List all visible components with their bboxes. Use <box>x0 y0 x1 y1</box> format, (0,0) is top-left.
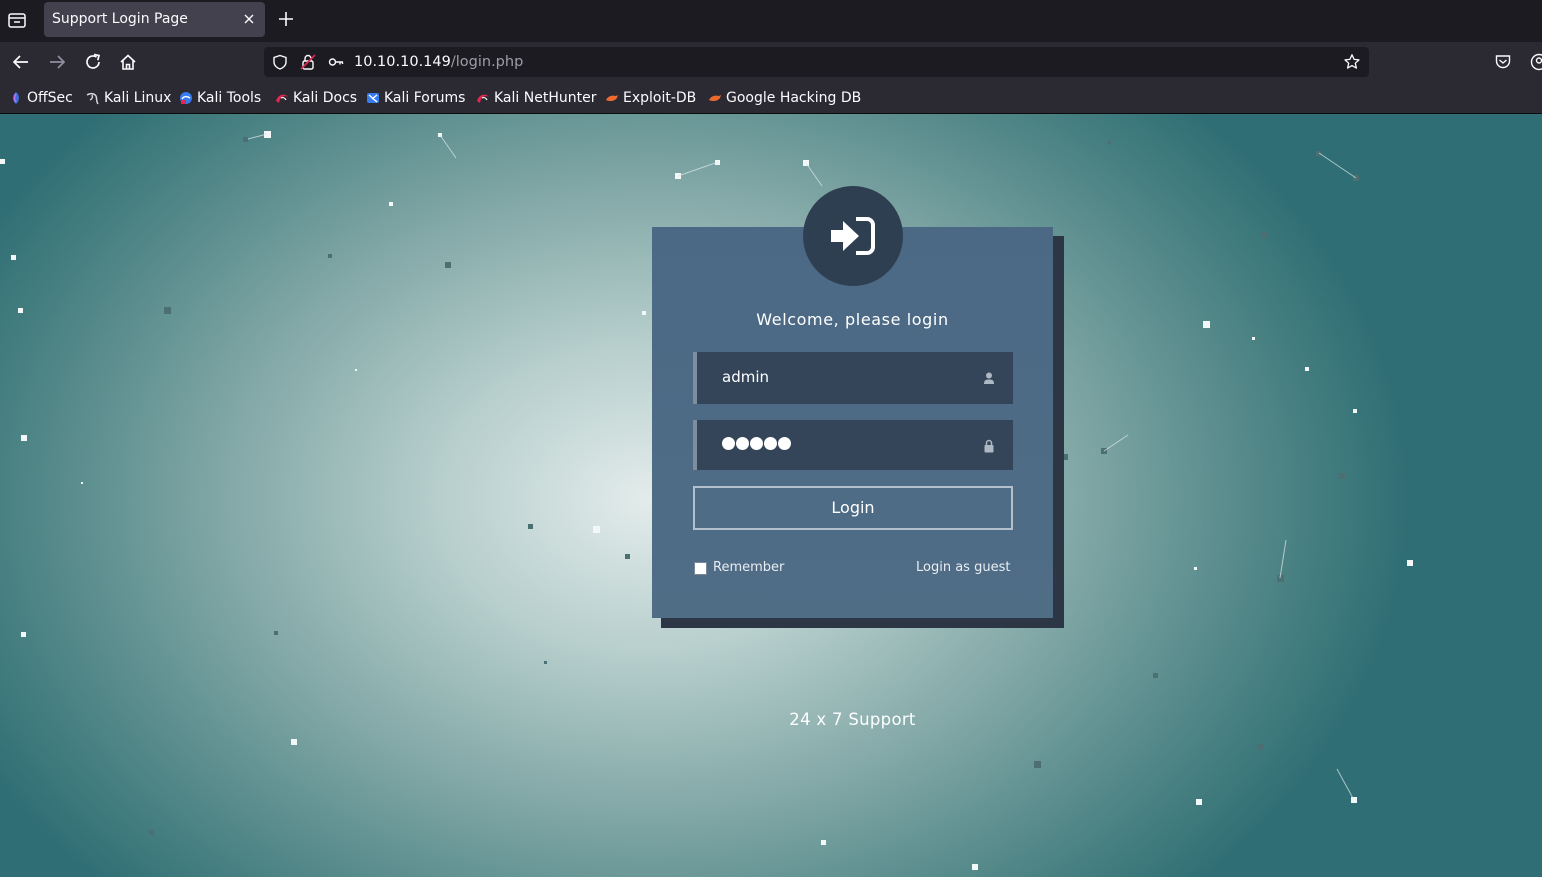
google-hacking-db-icon <box>709 95 721 102</box>
password-dot <box>750 437 763 450</box>
remember-checkbox[interactable] <box>694 562 707 575</box>
account-icon[interactable] <box>1530 53 1542 71</box>
page-content: Welcome, please login admin Login Rememb… <box>0 114 1542 877</box>
bookmark-kali-nethunter[interactable]: Kali NetHunter <box>476 88 596 108</box>
bookmark-star-icon[interactable] <box>1343 53 1361 71</box>
kali-nethunter-icon <box>477 94 489 103</box>
bookmark-label: OffSec <box>27 90 73 106</box>
url-host: 10.10.10.149 <box>354 54 451 70</box>
address-bar[interactable]: 10.10.10.149/login.php <box>264 47 1369 77</box>
forward-icon[interactable] <box>46 51 68 73</box>
home-icon[interactable] <box>117 51 139 73</box>
lock-icon <box>984 439 994 453</box>
login-heading: Welcome, please login <box>756 310 949 329</box>
key-icon[interactable] <box>328 54 344 70</box>
bookmark-label: Kali Forums <box>384 90 466 106</box>
password-dot <box>764 437 777 450</box>
login-button[interactable]: Login <box>693 486 1013 530</box>
kali-tools-icon <box>180 92 192 104</box>
bookmark-google-hacking-db[interactable]: Google Hacking DB <box>708 88 861 108</box>
back-icon[interactable] <box>10 51 32 73</box>
sign-in-icon <box>831 217 875 255</box>
bookmark-kali-linux[interactable]: Kali Linux <box>86 88 171 108</box>
login-avatar <box>803 186 903 286</box>
offsec-icon <box>13 92 19 104</box>
bookmark-label: Google Hacking DB <box>726 90 862 106</box>
url-text[interactable]: 10.10.10.149/login.php <box>354 54 523 70</box>
tab-strip: Support Login Page <box>0 0 1542 42</box>
tab-title: Support Login Page <box>52 11 188 27</box>
bookmark-label: Kali Docs <box>293 90 358 106</box>
login-as-guest-link[interactable]: Login as guest <box>916 560 1010 575</box>
password-dot <box>722 437 735 450</box>
pocket-icon[interactable] <box>1494 53 1512 71</box>
new-tab-icon[interactable] <box>276 9 296 29</box>
remember-option[interactable]: Remember <box>694 560 784 575</box>
tab-list-icon[interactable] <box>6 9 28 31</box>
bookmark-offsec[interactable]: OffSec <box>9 88 73 108</box>
kali-dragon-icon <box>86 92 99 105</box>
active-tab[interactable]: Support Login Page <box>44 2 265 37</box>
tracking-protection-shield-icon[interactable] <box>272 54 288 70</box>
username-value: admin <box>722 368 769 386</box>
password-dot <box>736 437 749 450</box>
close-tab-icon[interactable] <box>241 11 257 27</box>
url-path: /login.php <box>450 54 524 70</box>
bookmark-label: Kali NetHunter <box>494 90 597 106</box>
bookmark-label: Kali Linux <box>104 90 172 106</box>
exploit-db-icon <box>606 95 618 102</box>
password-mask <box>722 437 791 450</box>
support-text: 24 x 7 Support <box>789 710 916 729</box>
reload-icon[interactable] <box>82 51 104 73</box>
navigation-toolbar: 10.10.10.149/login.php <box>0 42 1542 82</box>
bookmark-label: Kali Tools <box>197 90 262 106</box>
password-dot <box>778 437 791 450</box>
bookmark-kali-tools[interactable]: Kali Tools <box>179 88 261 108</box>
bookmark-exploit-db[interactable]: Exploit-DB <box>605 88 696 108</box>
remember-label: Remember <box>713 560 785 575</box>
username-field[interactable]: admin <box>693 352 1013 404</box>
user-icon <box>984 372 994 384</box>
bookmark-kali-docs[interactable]: Kali Docs <box>275 88 357 108</box>
bookmarks-toolbar: OffSec Kali Linux Kali Tools Kali Docs K… <box>0 82 1542 114</box>
kali-docs-icon <box>276 94 288 103</box>
bookmark-kali-forums[interactable]: Kali Forums <box>366 88 465 108</box>
bookmark-label: Exploit-DB <box>623 90 697 106</box>
insecure-lock-icon[interactable] <box>300 54 316 70</box>
password-field[interactable] <box>693 420 1013 470</box>
kali-forums-icon <box>367 93 379 103</box>
